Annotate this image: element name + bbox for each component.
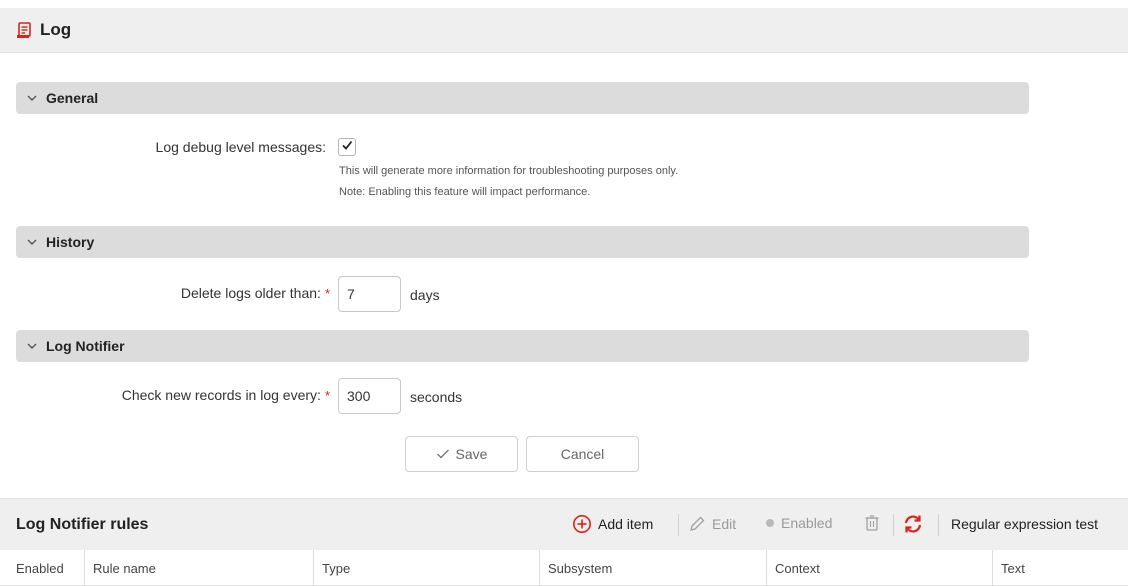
add-item-button[interactable]: Add item — [572, 514, 653, 534]
column-header-context[interactable]: Context — [766, 550, 992, 586]
column-header-text[interactable]: Text — [992, 550, 1128, 586]
required-mark: * — [324, 286, 330, 301]
section-general-header[interactable]: General — [16, 82, 1029, 114]
rules-title: Log Notifier rules — [16, 515, 149, 533]
required-mark: * — [324, 388, 330, 403]
check-interval-label-text: Check new records in log every: — [121, 387, 321, 403]
debug-hint-line2: Note: Enabling this feature will impact … — [339, 186, 591, 198]
toolbar-divider — [938, 514, 939, 536]
edit-button[interactable]: Edit — [688, 515, 736, 533]
section-title: General — [46, 90, 99, 106]
delete-logs-input[interactable] — [338, 276, 401, 312]
days-unit: days — [410, 287, 440, 303]
debug-level-checkbox[interactable] — [338, 138, 356, 156]
chevron-down-icon — [26, 236, 38, 248]
checkmark-icon — [436, 448, 450, 460]
column-header-rule-name[interactable]: Rule name — [84, 550, 313, 586]
debug-level-label-text: Log debug level messages: — [155, 139, 326, 155]
chevron-down-icon — [26, 340, 38, 352]
column-header-enabled[interactable]: Enabled — [0, 550, 84, 586]
rules-toolbar: Log Notifier rules Add item Edit Enabled — [0, 498, 1128, 550]
debug-hint-line1: This will generate more information for … — [339, 165, 679, 177]
enabled-toggle[interactable]: Enabled — [765, 515, 832, 531]
delete-logs-label-text: Delete logs older than: — [180, 285, 321, 301]
edit-label: Edit — [712, 516, 737, 532]
section-title: Log Notifier — [46, 338, 125, 354]
debug-level-label: Log debug level messages: — [90, 139, 326, 155]
section-history-header[interactable]: History — [16, 226, 1029, 258]
refresh-icon — [902, 513, 924, 535]
save-button-label: Save — [455, 446, 488, 462]
checkmark-icon — [341, 138, 353, 156]
toolbar-divider — [893, 514, 894, 536]
pencil-icon — [688, 515, 706, 533]
add-item-label: Add item — [598, 516, 654, 532]
delete-button[interactable] — [864, 514, 886, 532]
check-interval-input[interactable] — [338, 378, 401, 414]
save-button[interactable]: Save — [405, 436, 518, 472]
section-log-notifier-header[interactable]: Log Notifier — [16, 330, 1029, 362]
column-header-type[interactable]: Type — [313, 550, 539, 586]
delete-logs-label: Delete logs older than: * — [90, 285, 330, 301]
seconds-unit: seconds — [410, 389, 463, 405]
log-icon — [16, 21, 34, 39]
add-circle-icon — [572, 514, 592, 534]
check-interval-label: Check new records in log every: * — [40, 387, 330, 403]
trash-icon — [864, 514, 880, 532]
toolbar-divider — [678, 514, 679, 536]
section-title: History — [46, 234, 95, 250]
cancel-button-label: Cancel — [560, 446, 605, 462]
page-header: Log — [0, 8, 1128, 53]
column-header-subsystem[interactable]: Subsystem — [539, 550, 766, 586]
regex-test-button[interactable]: Regular expression test — [951, 516, 1098, 532]
regex-test-label: Regular expression test — [951, 516, 1099, 532]
rules-grid-header: Enabled Rule name Type Subsystem Context… — [0, 550, 1128, 586]
refresh-button[interactable] — [902, 513, 930, 535]
chevron-down-icon — [26, 92, 38, 104]
enabled-label: Enabled — [781, 515, 833, 531]
dot-icon — [765, 518, 775, 528]
cancel-button[interactable]: Cancel — [526, 436, 639, 472]
page-title: Log — [40, 20, 72, 39]
